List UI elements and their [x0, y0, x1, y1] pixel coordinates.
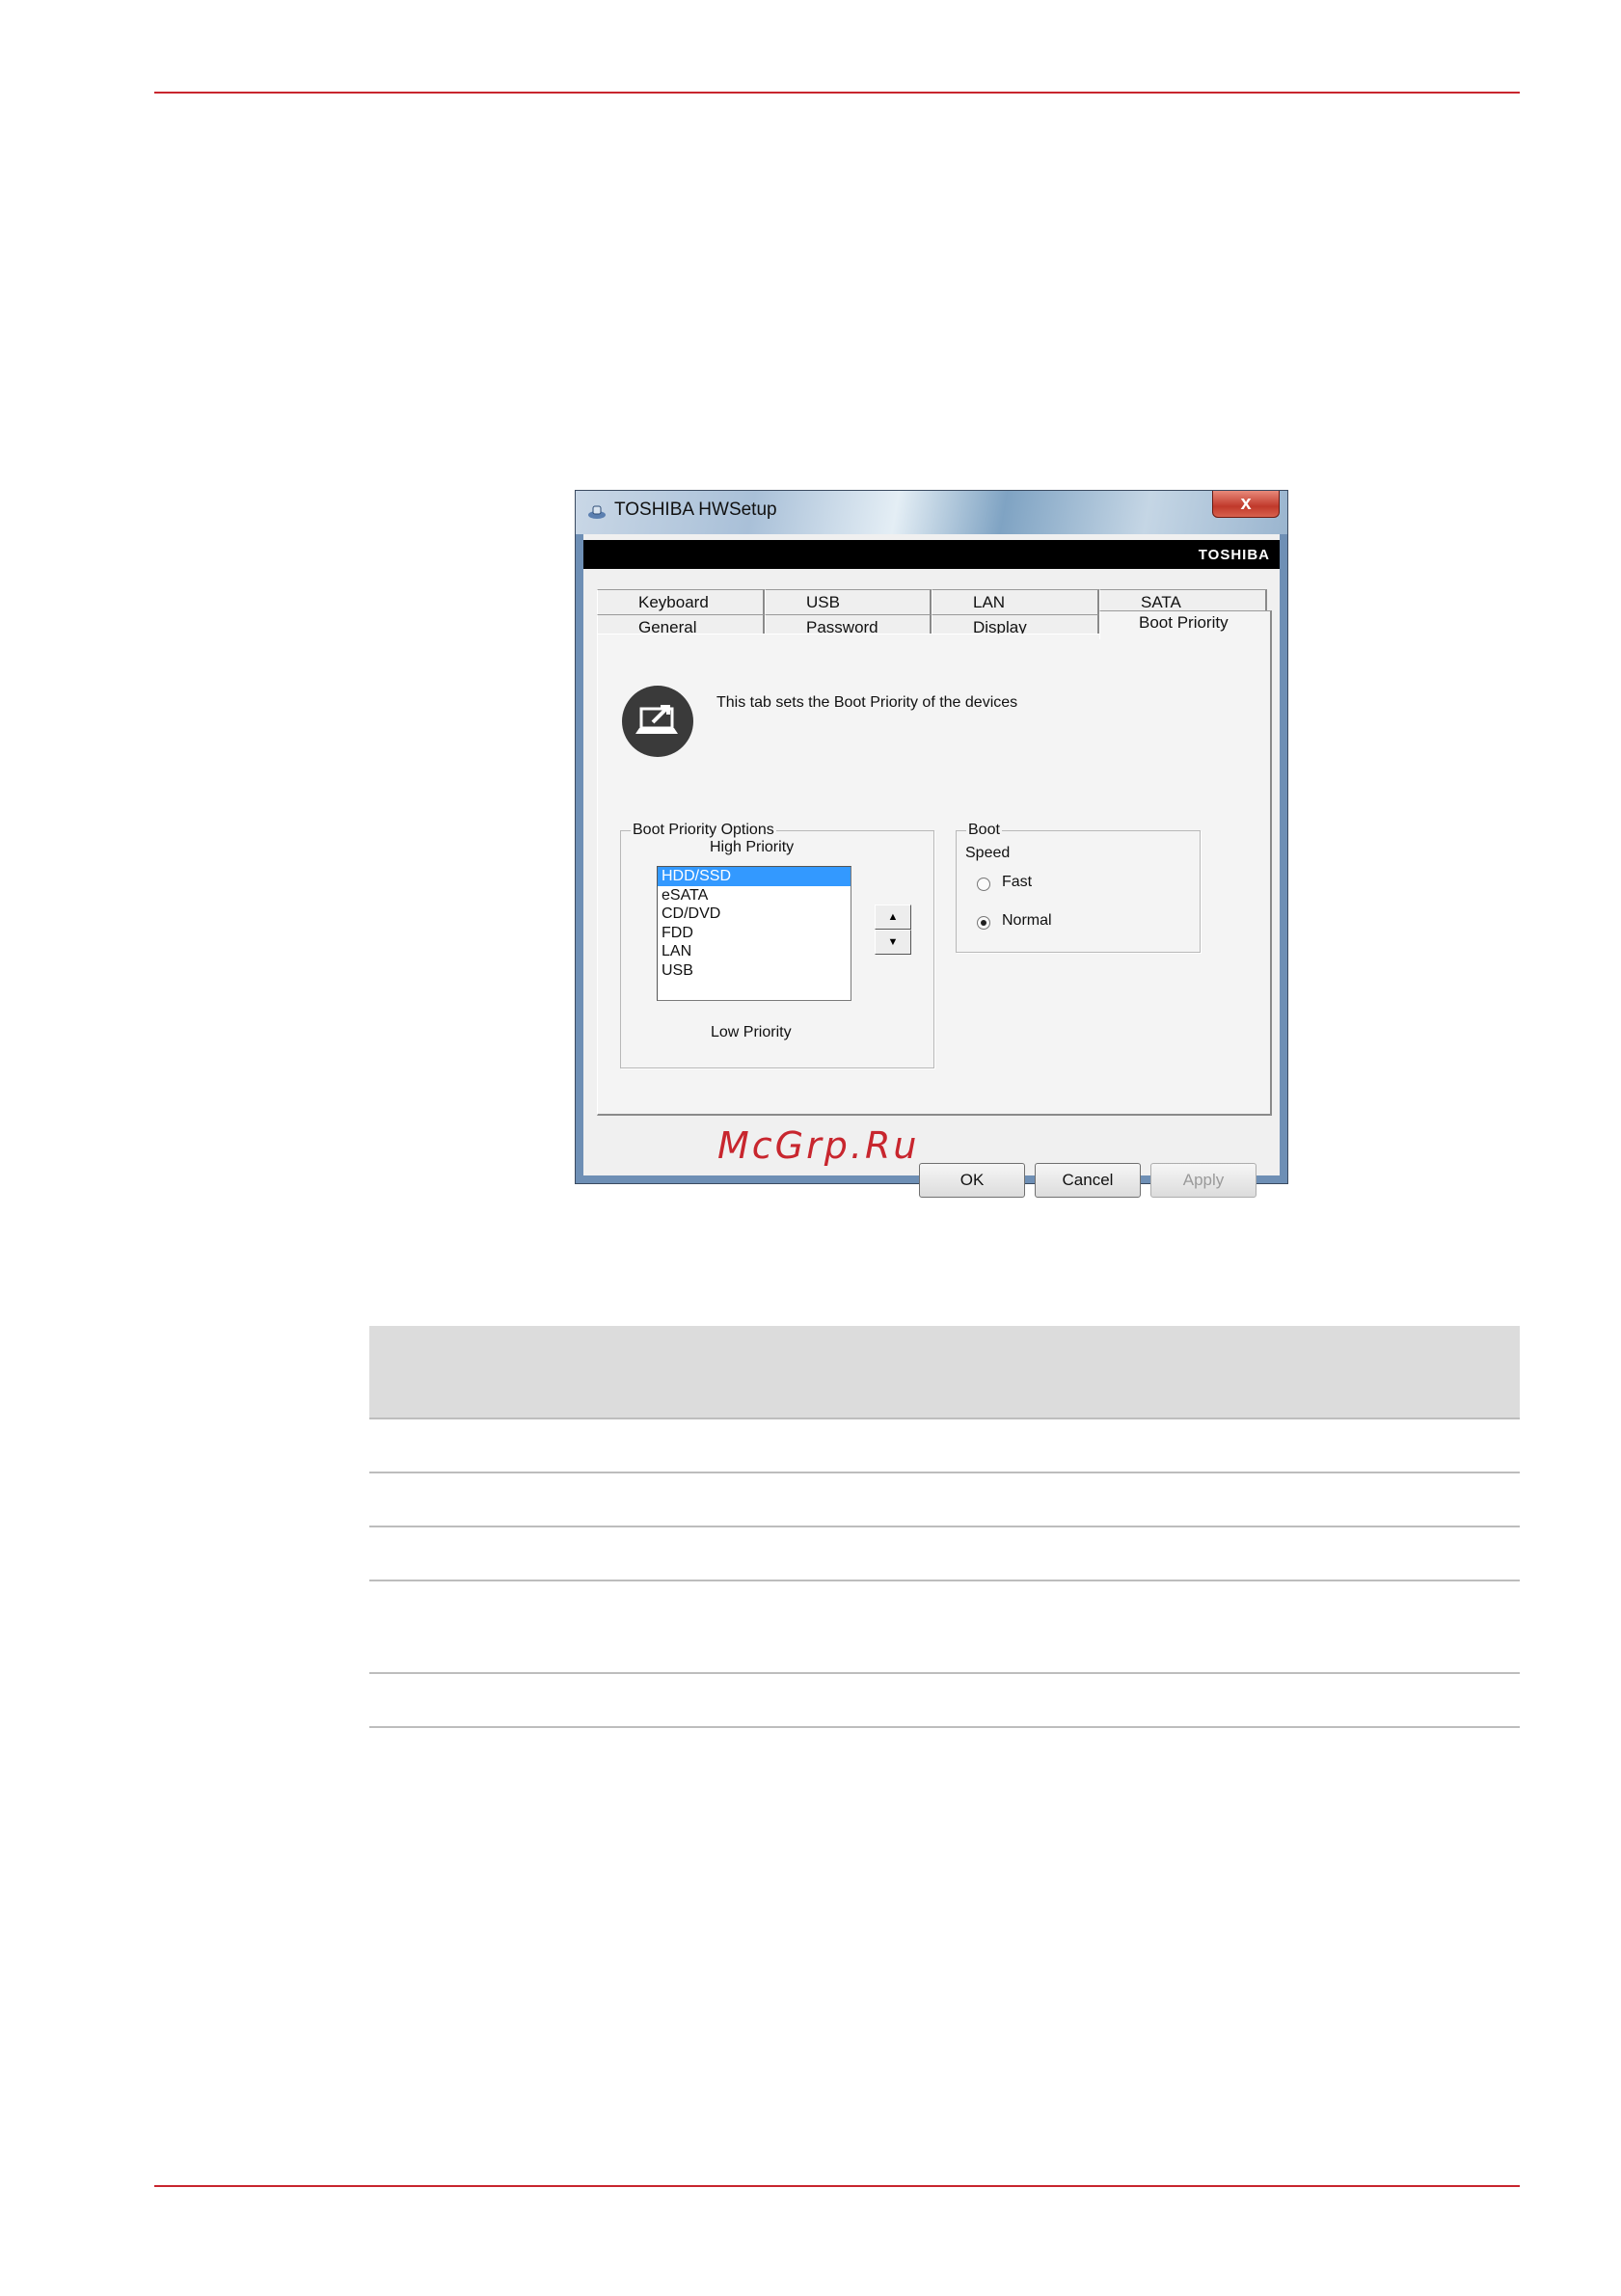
radio-normal-label[interactable]: Normal [1002, 912, 1052, 930]
brand-bar: TOSHIBA [583, 540, 1280, 569]
tab-boot-priority[interactable]: Boot Priority [1099, 610, 1272, 639]
move-down-button[interactable]: ▼ [875, 930, 911, 955]
title-bar[interactable]: TOSHIBA HWSetup x [576, 491, 1287, 534]
apply-button[interactable]: Apply [1150, 1163, 1256, 1198]
dialog-client-area: TOSHIBA Keyboard USB LAN SATA General Pa… [583, 534, 1280, 1198]
bottom-rule [154, 2185, 1520, 2187]
info-text: This tab sets the Boot Priority of the d… [716, 694, 1018, 711]
list-item-cd-dvd[interactable]: CD/DVD [658, 905, 851, 924]
tab-usb[interactable]: USB [765, 589, 932, 614]
radio-fast[interactable] [977, 878, 990, 891]
table-row-divider [369, 1672, 1520, 1674]
toshiba-logo: TOSHIBA [1198, 547, 1270, 563]
hwsetup-dialog: TOSHIBA HWSetup x TOSHIBA Keyboard USB L… [575, 490, 1288, 1198]
tab-keyboard[interactable]: Keyboard [597, 589, 765, 614]
table-row-divider [369, 1472, 1520, 1473]
table-row-divider [369, 1726, 1520, 1728]
table-header [369, 1326, 1520, 1418]
boot-speed-group: Boot [956, 822, 1201, 953]
move-up-button[interactable]: ▲ [875, 905, 911, 930]
radio-normal[interactable] [977, 916, 990, 930]
boot-priority-icon [622, 686, 693, 757]
boot-priority-options-legend: Boot Priority Options [633, 822, 774, 838]
close-button[interactable]: x [1212, 491, 1280, 518]
radio-fast-label[interactable]: Fast [1002, 874, 1032, 891]
list-item-usb[interactable]: USB [658, 961, 851, 981]
high-priority-label: High Priority [710, 839, 795, 855]
boot-speed-legend: Boot [968, 822, 1000, 838]
dialog-title: TOSHIBA HWSetup [614, 500, 777, 520]
list-item-hdd-ssd[interactable]: HDD/SSD [658, 867, 851, 886]
table-row-divider [369, 1418, 1520, 1419]
tab-lan[interactable]: LAN [932, 589, 1099, 614]
app-icon [588, 505, 606, 519]
watermark: McGrp.Ru [717, 1124, 920, 1167]
list-item-lan[interactable]: LAN [658, 942, 851, 961]
list-item-esata[interactable]: eSATA [658, 886, 851, 905]
table-row-divider [369, 1526, 1520, 1527]
list-item-fdd[interactable]: FDD [658, 924, 851, 943]
table-row-divider [369, 1580, 1520, 1581]
speed-label: Speed [965, 845, 1011, 861]
low-priority-label: Low Priority [711, 1024, 792, 1040]
cancel-button[interactable]: Cancel [1035, 1163, 1141, 1198]
boot-order-listbox[interactable]: HDD/SSD eSATA CD/DVD FDD LAN USB [657, 866, 851, 1001]
ok-button[interactable]: OK [919, 1163, 1025, 1198]
top-rule [154, 92, 1520, 94]
